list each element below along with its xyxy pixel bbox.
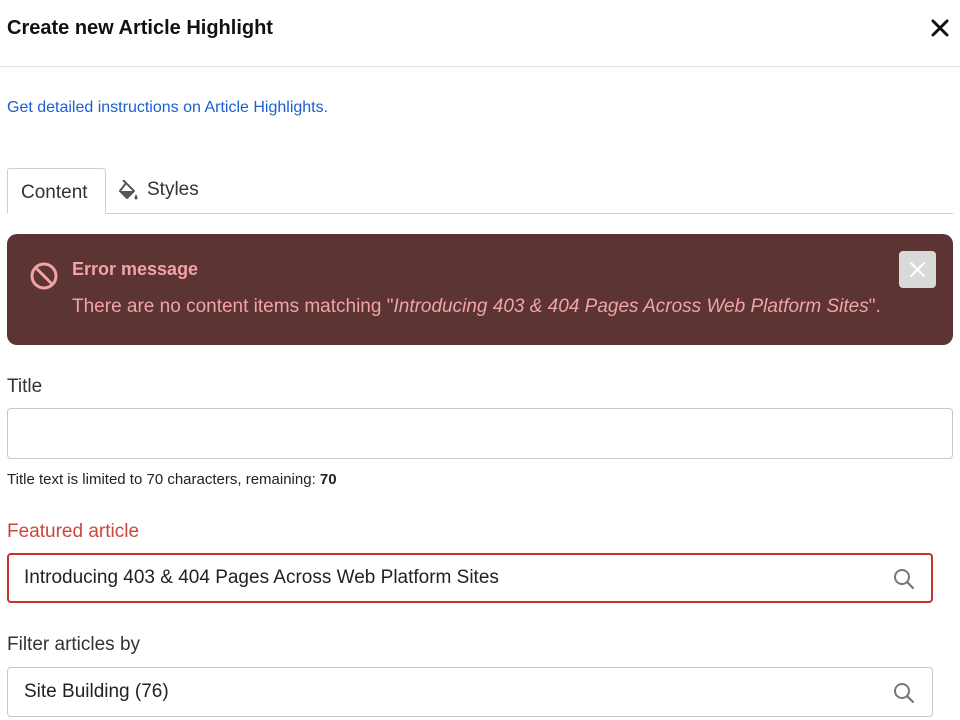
error-heading: Error message	[72, 259, 199, 279]
tab-styles[interactable]: Styles	[117, 168, 217, 214]
error-message-suffix: ".	[868, 296, 881, 317]
title-remaining-count: 70	[319, 471, 337, 488]
tab-bar: Content Styles	[7, 168, 953, 214]
search-icon[interactable]	[892, 681, 916, 705]
tab-content-label: Content	[21, 182, 88, 203]
featured-article-value: Introducing 403 & 404 Pages Across Web P…	[24, 567, 499, 588]
tab-content[interactable]: Content	[7, 168, 106, 214]
paint-bucket-icon	[117, 179, 139, 202]
tab-styles-label: Styles	[147, 179, 199, 200]
title-label: Title	[7, 376, 43, 397]
close-icon[interactable]	[928, 16, 952, 40]
close-icon	[910, 262, 925, 277]
error-message-query: Introducing 403 & 404 Pages Across Web P…	[393, 296, 869, 317]
prohibited-icon	[29, 261, 59, 291]
featured-article-label: Featured article	[7, 521, 140, 542]
title-hint: Title text is limited to 70 characters, …	[7, 471, 337, 488]
article-highlight-dialog: Create new Article Highlight Get detaile…	[0, 0, 960, 720]
dialog-title: Create new Article Highlight	[7, 17, 273, 39]
error-message: There are no content items matching "Int…	[72, 296, 881, 318]
title-hint-text: Title text is limited to 70 characters, …	[7, 471, 320, 488]
error-alert: Error message There are no content items…	[7, 234, 953, 345]
filter-articles-input[interactable]: Site Building (76)	[7, 667, 933, 717]
error-message-prefix: There are no content items matching "	[72, 296, 394, 317]
error-dismiss-button[interactable]	[899, 251, 936, 288]
instructions-link[interactable]: Get detailed instructions on Article Hig…	[7, 99, 328, 117]
search-icon[interactable]	[892, 567, 916, 591]
filter-articles-label: Filter articles by	[7, 634, 141, 655]
dialog-header: Create new Article Highlight	[0, 0, 960, 67]
title-input[interactable]	[7, 408, 953, 459]
featured-article-input[interactable]: Introducing 403 & 404 Pages Across Web P…	[7, 553, 933, 603]
filter-articles-value: Site Building (76)	[24, 681, 169, 702]
